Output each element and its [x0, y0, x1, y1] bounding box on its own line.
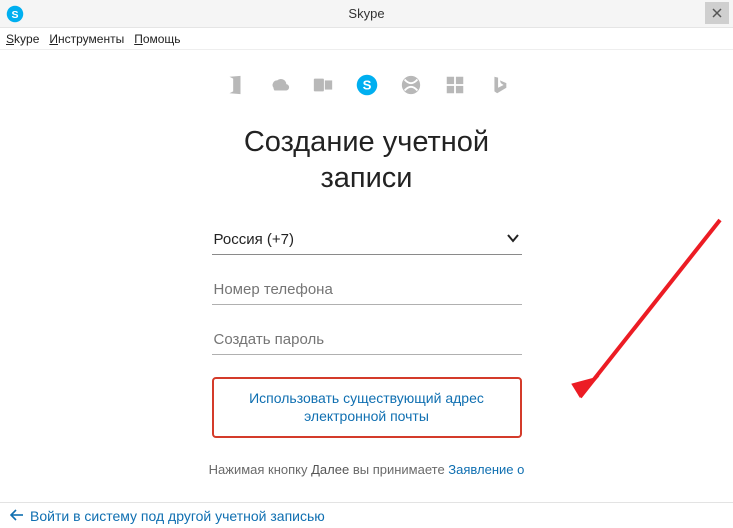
password-input[interactable] — [212, 325, 522, 355]
terms-text: Нажимая кнопку Далее вы принимаете Заявл… — [209, 462, 525, 477]
windows-icon — [444, 74, 466, 96]
terms-bold: Далее — [311, 462, 349, 477]
heading-line1: Создание учетной — [244, 126, 489, 158]
menu-label: нструменты — [58, 32, 124, 46]
use-existing-email-link[interactable]: Использовать существующий адрес электрон… — [220, 389, 514, 427]
sign-in-different-account-link[interactable]: Войти в систему под другой учетной запис… — [10, 508, 325, 524]
footer-link-label: Войти в систему под другой учетной запис… — [30, 508, 325, 524]
use-email-highlight: Использовать существующий адрес электрон… — [212, 377, 522, 439]
svg-text:S: S — [362, 77, 371, 92]
skype-icon: S — [6, 5, 24, 23]
footer-bar: Войти в систему под другой учетной запис… — [0, 502, 733, 528]
menu-tools[interactable]: Инструменты — [49, 32, 124, 46]
skype-large-icon: S — [356, 74, 378, 96]
menu-help[interactable]: Помощь — [134, 32, 180, 46]
menu-label: kype — [14, 32, 39, 46]
page-heading: Создание учетной записи — [244, 124, 489, 197]
window-title: Skype — [348, 6, 384, 21]
chevron-down-icon — [506, 231, 520, 249]
country-selected-value: Россия (+7) — [214, 231, 294, 248]
terms-mid: вы принимаете — [349, 462, 448, 477]
xbox-icon — [400, 74, 422, 96]
svg-text:S: S — [11, 8, 18, 20]
phone-input[interactable] — [212, 275, 522, 305]
brand-icon-row: S — [224, 74, 510, 96]
close-button[interactable] — [705, 2, 729, 24]
office-icon — [224, 74, 246, 96]
onedrive-icon — [268, 74, 290, 96]
terms-link[interactable]: Заявление о — [448, 462, 524, 477]
bing-icon — [488, 74, 510, 96]
content-area: S Создание учетной записи Россия (+7) Ис… — [0, 50, 733, 502]
menu-bar: Skype Инструменты Помощь — [0, 28, 733, 50]
country-code-select[interactable]: Россия (+7) — [212, 225, 522, 255]
alt-link-line1: Использовать существующий адрес — [249, 390, 484, 406]
outlook-icon — [312, 74, 334, 96]
title-bar: S Skype — [0, 0, 733, 28]
heading-line2: записи — [320, 162, 412, 194]
menu-label: омощь — [143, 32, 181, 46]
arrow-left-icon — [10, 508, 24, 524]
signup-form: Россия (+7) — [212, 225, 522, 355]
alt-link-line2: электронной почты — [304, 408, 429, 424]
menu-skype[interactable]: Skype — [6, 32, 39, 46]
terms-prefix: Нажимая кнопку — [209, 462, 311, 477]
